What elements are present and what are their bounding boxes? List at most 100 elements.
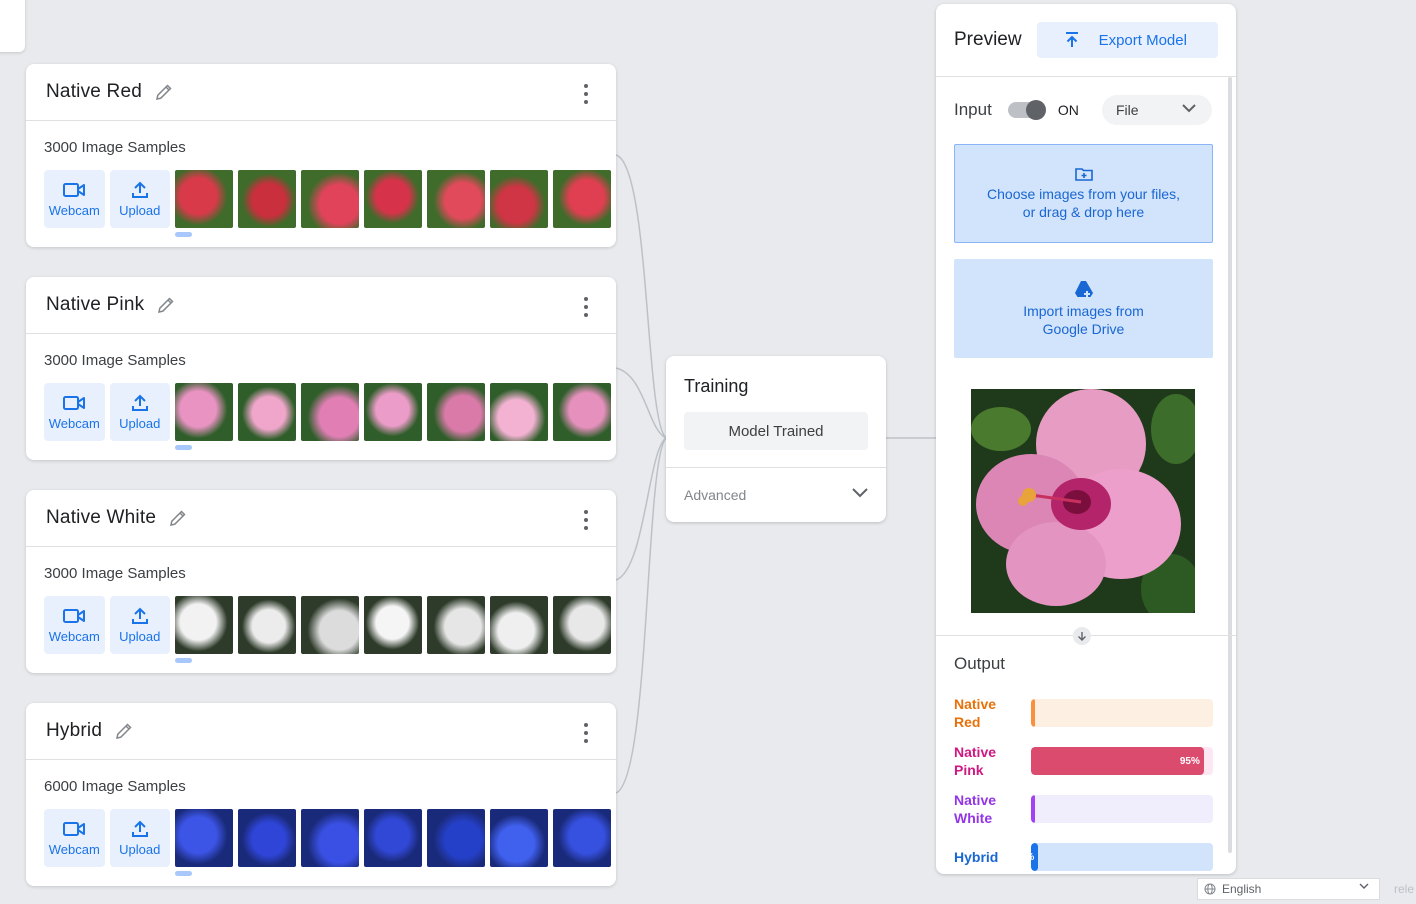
sample-thumbnail[interactable]	[175, 170, 233, 228]
class-title[interactable]: Native Red	[46, 81, 142, 103]
upload-icon	[131, 181, 148, 198]
videocam-icon	[63, 608, 86, 623]
advanced-toggle[interactable]: Advanced	[666, 467, 886, 522]
preview-title: Preview	[954, 29, 1022, 50]
export-icon	[1065, 32, 1078, 47]
class-title[interactable]: Hybrid	[46, 720, 102, 742]
sample-thumbnail[interactable]	[238, 170, 296, 228]
class-card-0: Native Red 3000 Image Samples Webcam Upl…	[26, 64, 616, 247]
sample-thumbnail[interactable]	[175, 383, 233, 441]
upload-button[interactable]: Upload	[109, 170, 170, 228]
chevron-down-icon	[1182, 104, 1196, 113]
pencil-icon[interactable]	[168, 508, 188, 528]
thumbnail-scroll-indicator[interactable]	[175, 658, 192, 663]
upload-label: Upload	[119, 415, 161, 431]
sample-thumbnail[interactable]	[490, 170, 548, 228]
webcam-button[interactable]: Webcam	[44, 170, 105, 228]
output-row-2: Native White	[954, 791, 1213, 827]
class-title[interactable]: Native White	[46, 507, 156, 529]
sample-thumbnail[interactable]	[175, 596, 233, 654]
sample-thumbnail[interactable]	[553, 809, 611, 867]
sample-thumbnail[interactable]	[175, 809, 233, 867]
sample-thumbnail[interactable]	[301, 170, 359, 228]
sample-thumbnail[interactable]	[238, 383, 296, 441]
sample-thumbnail[interactable]	[364, 809, 422, 867]
footer-link[interactable]: rele	[1394, 882, 1414, 896]
sample-thumbnails	[175, 170, 616, 237]
upload-button[interactable]: Upload	[109, 383, 170, 441]
sample-thumbnail[interactable]	[427, 809, 485, 867]
preview-image	[971, 389, 1195, 613]
webcam-button[interactable]: Webcam	[44, 383, 105, 441]
google-drive-import[interactable]: Import images from Google Drive	[954, 259, 1213, 358]
upload-label: Upload	[119, 628, 161, 644]
webcam-button[interactable]: Webcam	[44, 596, 105, 654]
upload-button[interactable]: Upload	[109, 596, 170, 654]
sample-thumbnail[interactable]	[427, 383, 485, 441]
sample-thumbnail[interactable]	[364, 383, 422, 441]
sample-thumbnail[interactable]	[553, 596, 611, 654]
training-title: Training	[684, 376, 749, 396]
sample-thumbnail[interactable]	[238, 596, 296, 654]
collapsed-panel[interactable]	[0, 0, 25, 52]
confidence-bar: %	[1031, 843, 1213, 871]
model-trained-button[interactable]: Model Trained	[684, 412, 868, 450]
sample-thumbnail[interactable]	[301, 596, 359, 654]
sample-thumbnail[interactable]	[553, 170, 611, 228]
file-drop-zone[interactable]: Choose images from your files, or drag &…	[954, 144, 1213, 243]
sample-thumbnail[interactable]	[490, 383, 548, 441]
confidence-fill	[1031, 699, 1035, 727]
more-options-icon[interactable]	[578, 84, 594, 104]
upload-icon	[131, 394, 148, 411]
upload-button[interactable]: Upload	[109, 809, 170, 867]
globe-icon	[1204, 883, 1216, 895]
output-label: Native Red	[954, 696, 997, 730]
output-label: Hybrid	[954, 849, 999, 865]
sample-thumbnail[interactable]	[490, 809, 548, 867]
drop-text-line-2: or drag & drop here	[1022, 203, 1145, 220]
pencil-icon[interactable]	[156, 295, 176, 315]
input-row: Input ON File	[954, 95, 1212, 125]
thumbnail-scroll-indicator[interactable]	[175, 232, 192, 237]
upload-icon	[131, 607, 148, 624]
sample-thumbnail[interactable]	[427, 596, 485, 654]
language-select[interactable]: English	[1197, 878, 1380, 900]
pencil-icon[interactable]	[114, 721, 134, 741]
webcam-button[interactable]: Webcam	[44, 809, 105, 867]
input-toggle[interactable]	[1007, 100, 1046, 120]
input-label: Input	[954, 100, 992, 119]
drive-text-line-1: Import images from	[1023, 302, 1144, 319]
preview-scrollbar[interactable]	[1228, 77, 1232, 853]
more-options-icon[interactable]	[578, 510, 594, 530]
upload-label: Upload	[119, 841, 161, 857]
output-label: Native White	[954, 792, 997, 826]
chevron-down-icon	[852, 488, 868, 498]
class-card-2: Native White 3000 Image Samples Webcam U…	[26, 490, 616, 673]
class-title[interactable]: Native Pink	[46, 294, 144, 316]
sample-thumbnail[interactable]	[301, 383, 359, 441]
sample-thumbnail[interactable]	[238, 809, 296, 867]
class-header: Native White	[26, 490, 616, 547]
confidence-bar: 95%	[1031, 747, 1213, 775]
sample-thumbnail[interactable]	[301, 809, 359, 867]
sample-thumbnail[interactable]	[490, 596, 548, 654]
webcam-label: Webcam	[48, 628, 100, 644]
sample-thumbnail[interactable]	[364, 170, 422, 228]
sample-thumbnail[interactable]	[427, 170, 485, 228]
class-card-3: Hybrid 6000 Image Samples Webcam Upload	[26, 703, 616, 886]
input-source-select[interactable]: File	[1102, 95, 1212, 125]
training-panel: Training Model Trained Advanced	[666, 356, 886, 522]
sample-thumbnails	[175, 596, 616, 663]
thumbnail-scroll-indicator[interactable]	[175, 871, 192, 876]
more-options-icon[interactable]	[578, 723, 594, 743]
more-options-icon[interactable]	[578, 297, 594, 317]
upload-label: Upload	[119, 202, 161, 218]
confidence-bar	[1031, 699, 1213, 727]
advanced-label: Advanced	[684, 487, 747, 503]
confidence-fill	[1031, 795, 1035, 823]
thumbnail-scroll-indicator[interactable]	[175, 445, 192, 450]
sample-thumbnail[interactable]	[364, 596, 422, 654]
export-model-button[interactable]: Export Model	[1036, 22, 1218, 58]
sample-thumbnail[interactable]	[553, 383, 611, 441]
pencil-icon[interactable]	[154, 82, 174, 102]
